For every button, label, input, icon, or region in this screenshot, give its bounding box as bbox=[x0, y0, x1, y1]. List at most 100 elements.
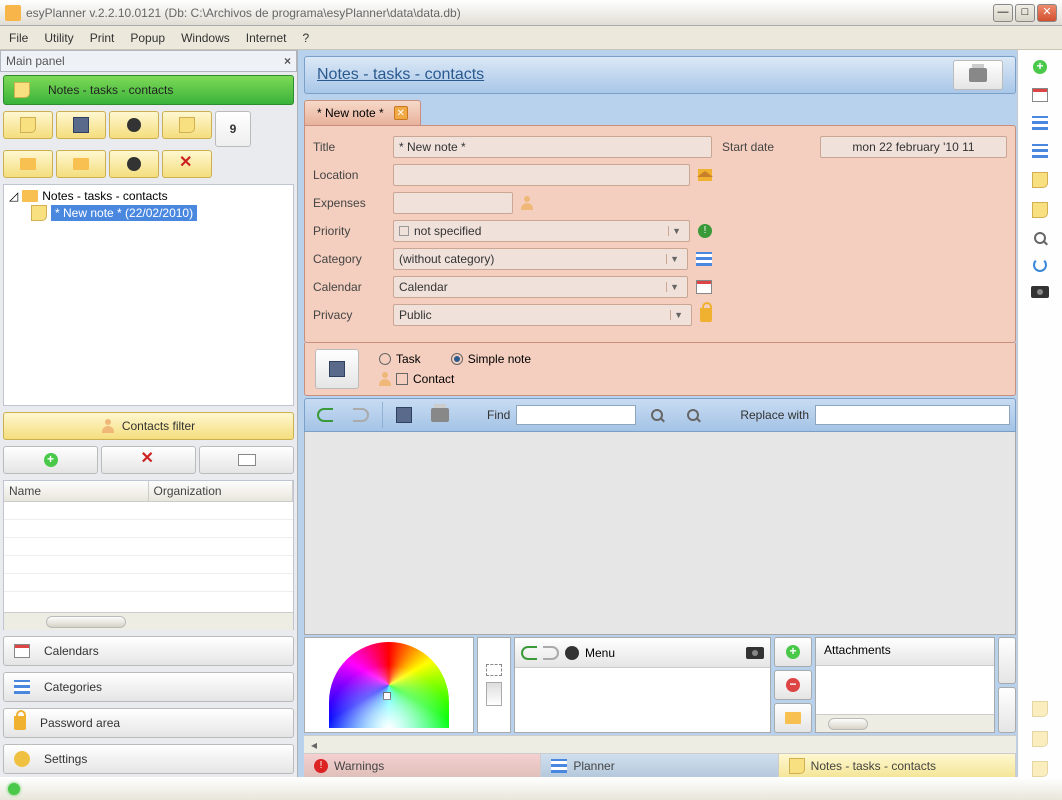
edit-folder-button[interactable] bbox=[56, 150, 106, 178]
calendars-button[interactable]: Calendars bbox=[3, 636, 294, 666]
print-button[interactable] bbox=[953, 60, 1003, 90]
menu-popup[interactable]: Popup bbox=[127, 29, 168, 47]
startdate-field[interactable]: mon 22 february '10 11 bbox=[820, 136, 1007, 158]
attach-h-scrollbar[interactable] bbox=[816, 714, 994, 732]
menu-help[interactable]: ? bbox=[299, 29, 312, 47]
menu-internet[interactable]: Internet bbox=[243, 29, 290, 47]
new-note-button[interactable] bbox=[3, 111, 53, 139]
expenses-input[interactable] bbox=[393, 192, 513, 214]
save-button[interactable] bbox=[315, 349, 359, 389]
draw-canvas[interactable] bbox=[515, 668, 770, 730]
replace-input[interactable] bbox=[815, 405, 1010, 425]
maximize-button[interactable]: □ bbox=[1015, 4, 1035, 22]
money-icon[interactable] bbox=[521, 196, 533, 210]
notes-tree[interactable]: ◿ Notes - tasks - contacts * New note * … bbox=[3, 184, 294, 406]
side-grid-icon[interactable] bbox=[1032, 116, 1048, 130]
contact-checkbox[interactable]: Contact bbox=[379, 372, 531, 386]
table-row[interactable] bbox=[4, 502, 293, 520]
categories-button[interactable]: Categories bbox=[3, 672, 294, 702]
tab-planner[interactable]: Planner bbox=[541, 753, 778, 777]
side-fade-icon[interactable] bbox=[1032, 701, 1048, 717]
location-input[interactable] bbox=[393, 164, 690, 186]
menu-file[interactable]: File bbox=[6, 29, 31, 47]
undo-button[interactable] bbox=[310, 401, 340, 429]
priority-select[interactable]: not specified▼ bbox=[393, 220, 690, 242]
side-note2-icon[interactable] bbox=[1032, 202, 1048, 218]
upload-note-button[interactable] bbox=[109, 111, 159, 139]
side-fade3-icon[interactable] bbox=[1032, 761, 1048, 777]
print-text-button[interactable] bbox=[425, 401, 455, 429]
note-textarea[interactable] bbox=[304, 432, 1016, 635]
privacy-select[interactable]: Public▼ bbox=[393, 304, 692, 326]
org-column-header[interactable]: Organization bbox=[149, 481, 294, 502]
side-grid2-icon[interactable] bbox=[1032, 144, 1048, 158]
attach-extra-2[interactable] bbox=[998, 687, 1016, 734]
tab-close-icon[interactable]: ✕ bbox=[394, 106, 408, 120]
mail-contact-button[interactable] bbox=[199, 446, 294, 474]
delete-contact-button[interactable]: ✕ bbox=[101, 446, 196, 474]
new-folder-button[interactable] bbox=[3, 150, 53, 178]
table-row[interactable] bbox=[4, 538, 293, 556]
draw-circle-icon[interactable] bbox=[565, 646, 579, 660]
redo-button[interactable] bbox=[346, 401, 376, 429]
calendar-select[interactable]: Calendar▼ bbox=[393, 276, 688, 298]
attach-extra-1[interactable] bbox=[998, 637, 1016, 684]
draw-undo-icon[interactable] bbox=[521, 646, 537, 660]
table-row[interactable] bbox=[4, 574, 293, 592]
tree-root[interactable]: ◿ Notes - tasks - contacts bbox=[9, 188, 288, 204]
scrollbar-thumb2[interactable] bbox=[828, 718, 868, 730]
side-cal-icon[interactable] bbox=[1032, 88, 1048, 102]
add-contact-button[interactable] bbox=[3, 446, 98, 474]
extra-note-button[interactable] bbox=[162, 111, 212, 139]
save-text-button[interactable] bbox=[389, 401, 419, 429]
draw-menu-label[interactable]: Menu bbox=[585, 646, 615, 660]
tree-item[interactable]: * New note * (22/02/2010) bbox=[31, 204, 288, 222]
category-grid-icon[interactable] bbox=[696, 252, 712, 266]
main-panel-close-icon[interactable]: × bbox=[284, 54, 291, 68]
tab-new-note[interactable]: * New note * ✕ bbox=[304, 100, 421, 125]
calendar-icon2[interactable] bbox=[696, 280, 712, 294]
title-input[interactable] bbox=[393, 136, 712, 158]
attach-open-button[interactable] bbox=[774, 703, 812, 733]
menu-windows[interactable]: Windows bbox=[178, 29, 233, 47]
tree-expand-icon[interactable]: ◿ bbox=[9, 189, 18, 203]
camera-icon[interactable] bbox=[746, 647, 764, 659]
side-search-icon[interactable] bbox=[1034, 232, 1046, 244]
minimize-button[interactable]: — bbox=[993, 4, 1013, 22]
side-note-icon[interactable] bbox=[1032, 172, 1048, 188]
tab-notes[interactable]: Notes - tasks - contacts bbox=[779, 753, 1016, 777]
delete-button[interactable]: ✕ bbox=[162, 150, 212, 178]
find-next-button[interactable] bbox=[642, 401, 672, 429]
simple-note-radio[interactable]: Simple note bbox=[451, 352, 531, 366]
privacy-lock-icon[interactable] bbox=[700, 308, 712, 322]
table-row[interactable] bbox=[4, 520, 293, 538]
contacts-h-scrollbar[interactable] bbox=[4, 612, 293, 630]
tab-warnings[interactable]: !Warnings bbox=[304, 753, 541, 777]
slider-icon[interactable] bbox=[486, 682, 502, 706]
attach-remove-button[interactable] bbox=[774, 670, 812, 700]
notes-tasks-contacts-bar[interactable]: Notes - tasks - contacts bbox=[3, 75, 294, 105]
info-icon[interactable]: ! bbox=[698, 224, 712, 238]
table-row[interactable] bbox=[4, 556, 293, 574]
menu-print[interactable]: Print bbox=[87, 29, 118, 47]
center-h-scrollbar[interactable]: ◂ bbox=[304, 735, 1016, 753]
color-wheel[interactable] bbox=[329, 642, 449, 728]
home-icon[interactable] bbox=[698, 169, 712, 181]
draw-redo-icon[interactable] bbox=[543, 646, 559, 660]
attachments-list[interactable] bbox=[816, 666, 994, 714]
marquee-icon[interactable] bbox=[486, 664, 502, 676]
settings-button[interactable]: Settings bbox=[3, 744, 294, 774]
color-picker-cursor[interactable] bbox=[383, 692, 391, 700]
attach-add-button[interactable] bbox=[774, 637, 812, 667]
name-column-header[interactable]: Name bbox=[4, 481, 149, 502]
category-select[interactable]: (without category)▼ bbox=[393, 248, 688, 270]
side-camera-icon[interactable] bbox=[1031, 286, 1049, 298]
password-area-button[interactable]: Password area bbox=[3, 708, 294, 738]
find-input[interactable] bbox=[516, 405, 636, 425]
close-button[interactable]: ✕ bbox=[1037, 4, 1057, 22]
menu-utility[interactable]: Utility bbox=[41, 29, 76, 47]
contacts-filter-bar[interactable]: Contacts filter bbox=[3, 412, 294, 440]
find-prev-button[interactable] bbox=[678, 401, 708, 429]
side-add-icon[interactable] bbox=[1033, 60, 1047, 74]
task-radio[interactable]: Task bbox=[379, 352, 421, 366]
